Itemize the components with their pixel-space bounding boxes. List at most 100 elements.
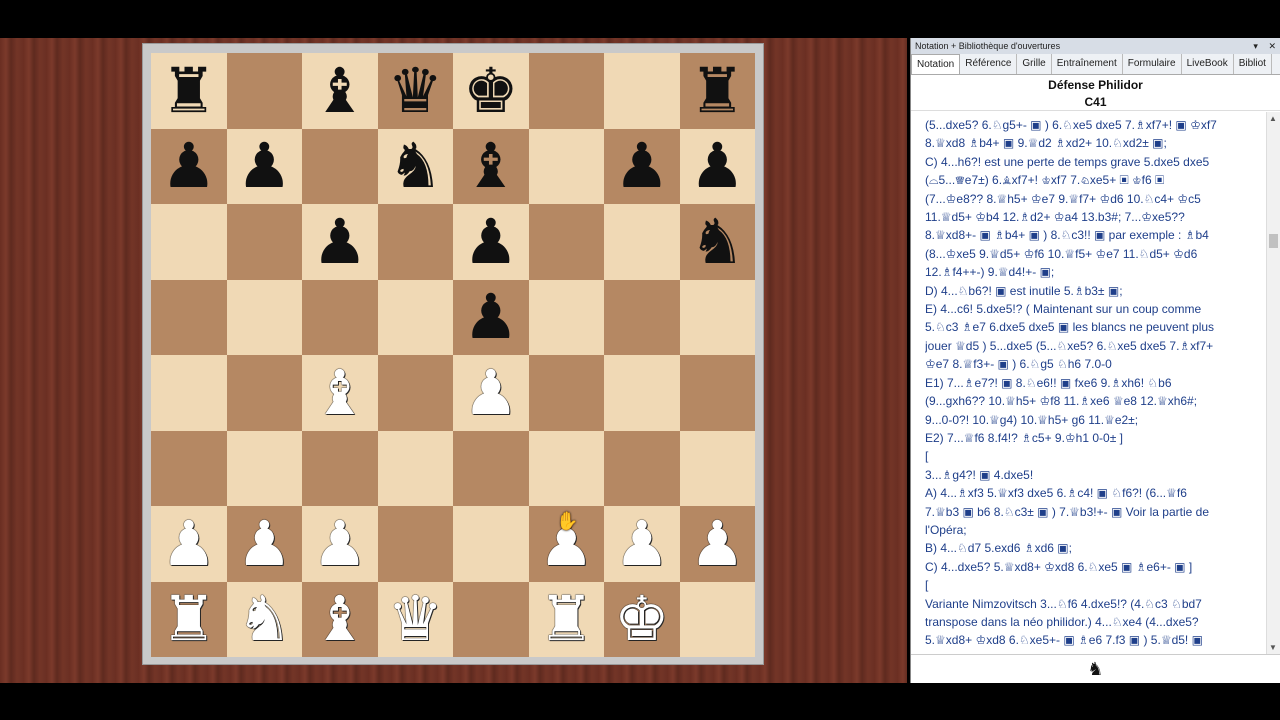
notation-line[interactable]: E) 4...c6! 5.dxe5!? ( Maintenant sur un … (925, 300, 1261, 318)
chess-piece[interactable]: ♝ (312, 361, 368, 424)
board-square[interactable]: ♚ (453, 53, 529, 129)
chess-piece[interactable]: ♟ (689, 512, 745, 575)
notation-line[interactable]: B) 4...♘d7 5.exd6 ♗xd6 ▣; (925, 539, 1261, 557)
board-square[interactable]: ♞ (679, 204, 755, 280)
chess-piece[interactable]: ♟ (463, 361, 519, 424)
dropdown-icon[interactable]: ▾ (1253, 41, 1258, 51)
board-square[interactable]: ♟ (226, 128, 302, 204)
chess-piece[interactable]: ♛ (387, 588, 443, 650)
board-square[interactable] (528, 204, 604, 280)
board-square[interactable] (226, 430, 302, 506)
board-square[interactable] (151, 355, 227, 431)
board-square[interactable]: ♚ (604, 581, 680, 657)
chess-piece[interactable]: ♟ (312, 210, 368, 273)
chess-piece[interactable]: ♟ (236, 512, 292, 575)
notation-line[interactable]: [ (925, 447, 1261, 465)
notation-text[interactable]: (5...dxe5? 6.♘g5+- ▣ ) 6.♘xe5 dxe5 7.♗xf… (911, 112, 1267, 654)
board-square[interactable] (679, 430, 755, 506)
board-square[interactable] (226, 279, 302, 355)
board-square[interactable] (377, 430, 453, 506)
tab-reference[interactable]: Référence (960, 54, 1018, 74)
chess-piece[interactable]: ♞ (689, 210, 745, 273)
chess-piece[interactable]: ♟ (312, 512, 368, 575)
board-square[interactable]: ♝ (302, 581, 378, 657)
tab-grille[interactable]: Grille (1017, 54, 1052, 74)
board-square[interactable]: ♟ (453, 279, 529, 355)
board-square[interactable] (528, 279, 604, 355)
notation-line[interactable]: transpose dans la néo philidor.) 4...♘xe… (925, 613, 1261, 631)
notation-line[interactable]: A) 4...♗xf3 5.♕xf3 dxe5 6.♗c4! ▣ ♘f6?! (… (925, 484, 1261, 502)
notation-line[interactable]: 11.♕d5+ ♔b4 12.♗d2+ ♔a4 13.b3#; 7...♔xe5… (925, 208, 1261, 226)
chess-piece[interactable]: ♟ (463, 286, 519, 348)
board-square[interactable] (528, 430, 604, 506)
board-square[interactable]: ♜ (151, 53, 227, 129)
board-square[interactable]: ♜ (151, 581, 227, 657)
board-square[interactable]: ♟ (151, 128, 227, 204)
notation-line[interactable]: jouer ♕d5 ) 5...dxe5 (5...♘xe5? 6.♘xe5 d… (925, 337, 1261, 355)
tab-entrainement[interactable]: Entraînement (1052, 54, 1123, 74)
notation-line[interactable]: (8...♔xe5 9.♕d5+ ♔f6 10.♕f5+ ♔e7 11.♘d5+… (925, 245, 1261, 263)
chess-piece[interactable]: ♟ (236, 135, 292, 197)
board-square[interactable] (302, 128, 378, 204)
notation-line[interactable]: 12.♗f4++-) 9.♕d4!+- ▣; (925, 263, 1261, 281)
board-square[interactable] (604, 204, 680, 280)
scroll-up-icon[interactable]: ▲ (1269, 114, 1277, 123)
chess-piece[interactable]: ♜ (538, 588, 594, 650)
notation-line[interactable]: Variante Nimzovitsch 3...♘f6 4.dxe5!? (4… (925, 595, 1261, 613)
notation-line[interactable]: 8.♕xd8+- ▣ ♗b4+ ▣ ) 8.♘c3!! ▣ par exempl… (925, 226, 1261, 244)
notation-line[interactable]: (5...dxe5? 6.♘g5+- ▣ ) 6.♘xe5 dxe5 7.♗xf… (925, 116, 1261, 134)
board-square[interactable] (377, 204, 453, 280)
board-square[interactable]: ♝ (302, 355, 378, 431)
board-square[interactable] (453, 581, 529, 657)
board-square[interactable]: ♛ (377, 581, 453, 657)
board-square[interactable] (302, 430, 378, 506)
board-square[interactable]: ♝ (302, 53, 378, 129)
chess-piece[interactable]: ♞ (387, 135, 443, 197)
board-square[interactable] (151, 204, 227, 280)
tab-formulaire[interactable]: Formulaire (1123, 54, 1182, 74)
board-square[interactable] (604, 53, 680, 129)
board-square[interactable] (151, 279, 227, 355)
board-square[interactable]: ♞ (226, 581, 302, 657)
board-square[interactable]: ♟ (604, 128, 680, 204)
board-square[interactable] (453, 430, 529, 506)
board-square[interactable] (226, 204, 302, 280)
notation-line[interactable]: (7...♔e8?? 8.♕h5+ ♔e7 9.♕f7+ ♔d6 10.♘c4+… (925, 190, 1261, 208)
notation-line[interactable]: (⌓5...♕e7±) 6.♗xf7+! ♔xf7 7.♘xe5+ ▣ ♔f6 … (925, 171, 1261, 189)
chess-piece[interactable]: ♚ (463, 59, 519, 122)
board-square[interactable] (377, 355, 453, 431)
notation-line[interactable]: E2) 7...♕f6 8.f4!? ♗c5+ 9.♔h1 0-0± ] (925, 429, 1261, 447)
chess-piece[interactable]: ♞ (236, 588, 292, 650)
chess-piece[interactable]: ♝ (312, 588, 368, 650)
tab-livebook[interactable]: LiveBook (1182, 54, 1234, 74)
board-square[interactable] (528, 53, 604, 129)
board-square[interactable] (226, 53, 302, 129)
notation-line[interactable]: ♔e7 8.♕f3+- ▣ ) 6.♘g5 ♘h6 7.0-0 (925, 355, 1261, 373)
chess-piece[interactable]: ♟ (161, 512, 217, 575)
notation-line[interactable]: 9...0-0?! 10.♕g4) 10.♕h5+ g6 11.♕e2±; (925, 411, 1261, 429)
chess-piece[interactable]: ♝ (463, 135, 519, 197)
chess-piece[interactable]: ♚ (614, 588, 670, 650)
chess-piece[interactable]: ♛ (387, 59, 443, 122)
board-square[interactable] (679, 279, 755, 355)
notation-line[interactable]: D) 4...♘b6?! ▣ est inutile 5.♗b3± ▣; (925, 282, 1261, 300)
board-square[interactable]: ♟ (302, 506, 378, 582)
board-square[interactable]: ♟ (679, 506, 755, 582)
chess-piece[interactable]: ♟ (161, 135, 217, 197)
board-square[interactable]: ♟ (453, 355, 529, 431)
chess-piece[interactable]: ♜ (161, 59, 217, 122)
chess-piece[interactable]: ♟ (614, 135, 670, 197)
board-square[interactable] (377, 279, 453, 355)
chess-board[interactable]: ♜ ♝ ♛ ♚ ♜ ♟ ♟ ♞ ♝ ♟ ♟ ♟ ♟ ♞ ♟ ♝ ♟ ♟ ♟ ♟ ♟ ♟ ♟ ♜ ♞ ♝ ♛ ♜ ♚ (151, 53, 755, 657)
chess-piece[interactable]: ♟ (689, 135, 745, 197)
notation-line[interactable]: 3...♗g4?! ▣ 4.dxe5! (925, 466, 1261, 484)
board-square[interactable]: ♟ (604, 506, 680, 582)
notation-line[interactable]: [ (925, 576, 1261, 594)
scrollbar[interactable]: ▲ ▼ (1266, 112, 1280, 654)
board-square[interactable] (679, 581, 755, 657)
board-square[interactable] (226, 355, 302, 431)
board-square[interactable] (604, 355, 680, 431)
board-square[interactable]: ♞ (377, 128, 453, 204)
notation-line[interactable]: C) 4...dxe5? 5.♕xd8+ ♔xd8 6.♘xe5 ▣ ♗e6+-… (925, 558, 1261, 576)
chess-piece[interactable]: ♝ (312, 59, 368, 122)
